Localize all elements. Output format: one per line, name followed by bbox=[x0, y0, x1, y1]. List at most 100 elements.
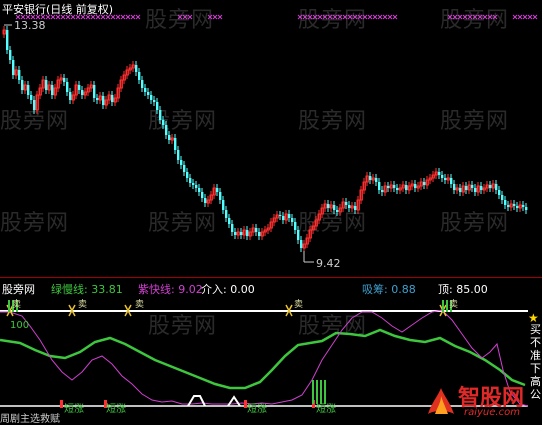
candle-body bbox=[495, 184, 498, 190]
short-rise-stub bbox=[60, 400, 63, 408]
candle-body bbox=[282, 216, 285, 220]
candle-body bbox=[21, 80, 24, 90]
candle-body bbox=[507, 205, 510, 207]
sell-marker: 卖 bbox=[294, 300, 304, 310]
indicator-name: 介入: bbox=[201, 283, 227, 296]
stock-chart[interactable]: ★ bbox=[0, 0, 542, 425]
entry-bump bbox=[227, 395, 241, 407]
candle-body bbox=[288, 214, 291, 218]
brand-url: raiyue.com bbox=[464, 407, 520, 418]
candle-body bbox=[450, 178, 453, 184]
candle-body bbox=[291, 218, 294, 222]
candle-body bbox=[480, 186, 483, 190]
candle-body bbox=[378, 182, 381, 190]
candle-body bbox=[153, 100, 156, 102]
candle-body bbox=[354, 206, 357, 210]
candle-body bbox=[522, 205, 525, 207]
left-level-label: 100 bbox=[10, 320, 30, 331]
candle-body bbox=[186, 172, 189, 178]
short-rise-marker: 短涨 bbox=[64, 404, 84, 415]
price-high-label: 13.38 bbox=[14, 19, 46, 32]
candle-body bbox=[465, 186, 468, 190]
candle-body bbox=[81, 90, 84, 95]
candle-body bbox=[387, 186, 390, 188]
candle-body bbox=[198, 188, 201, 192]
indicator-name: 绿慢线: bbox=[51, 283, 88, 296]
candle-body bbox=[156, 102, 159, 110]
brand-logo[interactable]: 智股网 raiyue.com bbox=[424, 380, 536, 422]
candle-body bbox=[498, 190, 501, 195]
candle-body bbox=[138, 72, 141, 80]
indicator-name: 吸筹: bbox=[362, 283, 388, 296]
candle-body bbox=[258, 232, 261, 236]
candle-body bbox=[12, 60, 15, 75]
candle-body bbox=[504, 200, 507, 205]
candle-body bbox=[78, 85, 81, 90]
candle-body bbox=[51, 85, 54, 95]
accumulate-bar bbox=[312, 380, 314, 404]
candle-body bbox=[162, 120, 165, 125]
candle-body bbox=[453, 184, 456, 190]
candle-body bbox=[180, 160, 183, 165]
candle-body bbox=[189, 178, 192, 183]
candle-body bbox=[231, 224, 234, 232]
candle-body bbox=[297, 230, 300, 240]
candle-body bbox=[414, 184, 417, 188]
indicator-name: 顶: bbox=[438, 283, 453, 296]
indicator-entry: 介入: 0.00 bbox=[201, 281, 255, 297]
candle-body bbox=[9, 50, 12, 60]
indicator-green: 绿慢线: 33.81 bbox=[51, 281, 123, 297]
candle-body bbox=[234, 232, 237, 235]
indicator-caption: 股旁网 bbox=[2, 283, 35, 296]
chart-title: 平安银行(日线 前复权) bbox=[2, 3, 114, 16]
candle-body bbox=[501, 195, 504, 200]
candle-body bbox=[192, 183, 195, 185]
candle-body bbox=[30, 95, 33, 100]
candle-body bbox=[33, 100, 36, 110]
sell-marker: 卖 bbox=[78, 300, 88, 310]
candle-body bbox=[96, 98, 99, 100]
candle-body bbox=[63, 78, 66, 82]
candle-body bbox=[228, 218, 231, 224]
candle-body bbox=[327, 204, 330, 208]
candle-body bbox=[336, 210, 339, 212]
indicator-accumulate: 吸筹: 0.88 bbox=[362, 281, 416, 297]
sell-marker: 卖 bbox=[12, 300, 22, 310]
candle-body bbox=[168, 135, 171, 140]
candle-body bbox=[135, 65, 138, 72]
candle-body bbox=[240, 232, 243, 235]
brand-icon bbox=[428, 388, 454, 414]
short-rise-marker: 短涨 bbox=[247, 404, 267, 415]
candle-body bbox=[177, 150, 180, 160]
price-low-label: 9.42 bbox=[316, 257, 341, 270]
bottom-left-text: 周剧主选救赋 bbox=[0, 414, 60, 425]
candlestick-series bbox=[2, 26, 528, 252]
candle-body bbox=[246, 230, 249, 236]
candle-body bbox=[204, 198, 207, 203]
indicator-value: 0.88 bbox=[391, 283, 416, 296]
candle-body bbox=[201, 192, 204, 198]
candle-body bbox=[6, 30, 9, 50]
candle-body bbox=[45, 80, 48, 90]
candle-body bbox=[102, 96, 105, 105]
candle-body bbox=[459, 188, 462, 192]
candle-body bbox=[144, 88, 147, 92]
candle-body bbox=[489, 185, 492, 188]
candle-body bbox=[27, 85, 30, 95]
candle-body bbox=[222, 200, 225, 210]
candle-body bbox=[423, 182, 426, 185]
candle-body bbox=[141, 80, 144, 88]
indicator-value: 85.00 bbox=[456, 283, 488, 296]
candle-body bbox=[111, 95, 114, 102]
candle-body bbox=[516, 206, 519, 208]
candle-body bbox=[375, 178, 378, 182]
candle-body bbox=[225, 210, 228, 218]
candle-body bbox=[174, 138, 177, 150]
candle-body bbox=[216, 188, 219, 192]
indicator-top: 顶: 85.00 bbox=[438, 281, 488, 297]
candle-body bbox=[255, 228, 258, 232]
candle-body bbox=[405, 185, 408, 190]
candle-body bbox=[525, 207, 528, 210]
indicator-name: 紫快线: bbox=[138, 283, 175, 296]
level-bar bbox=[442, 300, 444, 312]
